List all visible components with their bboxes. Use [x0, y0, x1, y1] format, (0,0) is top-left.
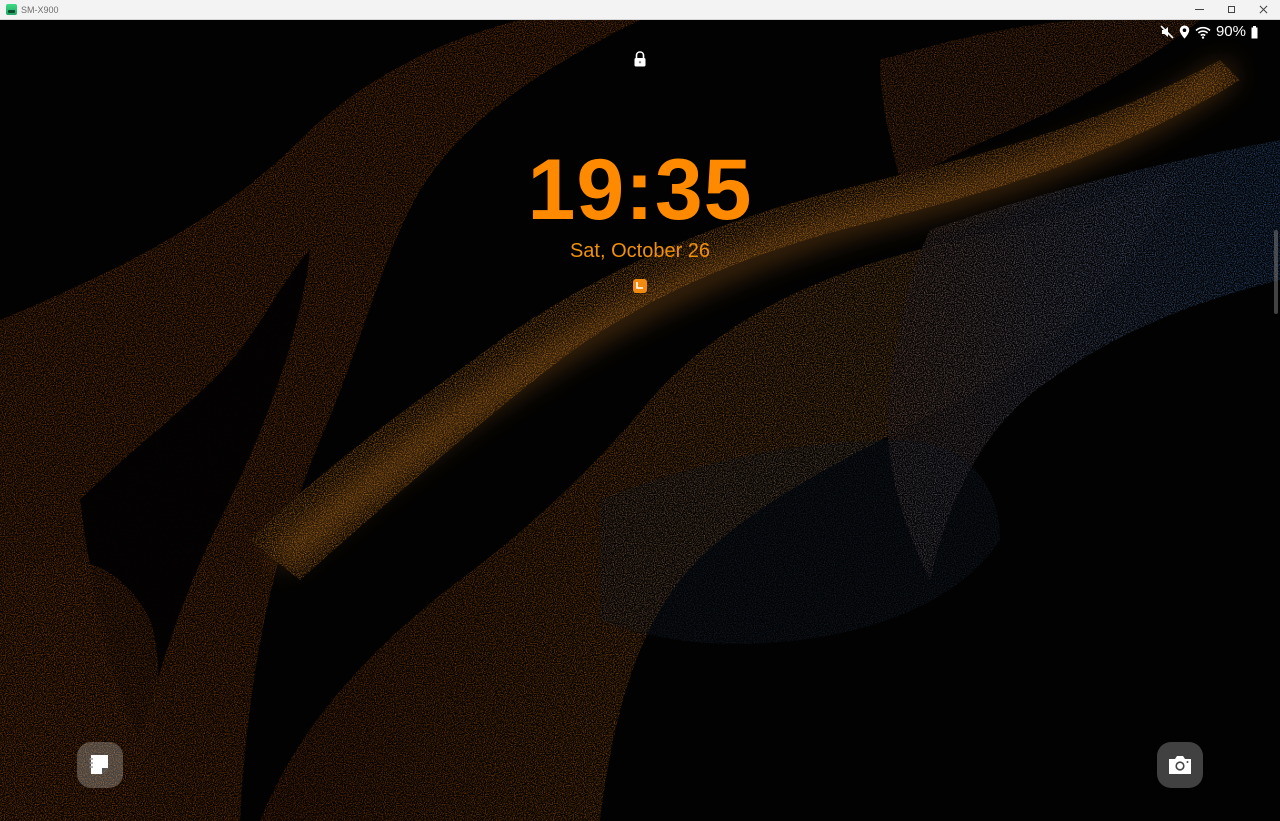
notes-shortcut-button[interactable]: [77, 742, 123, 788]
android-app-icon: [6, 4, 17, 15]
camera-shortcut-button[interactable]: [1157, 742, 1203, 788]
window-title: SM-X900: [21, 5, 59, 15]
status-bar: 90%: [1160, 23, 1258, 41]
close-icon: [1259, 5, 1267, 14]
battery-percent: 90%: [1215, 23, 1246, 40]
lock-icon: [632, 50, 648, 68]
close-button[interactable]: [1247, 0, 1279, 19]
minimize-icon: [1194, 9, 1204, 10]
samsung-notes-icon: [89, 755, 108, 774]
emulator-window: SM-X900 90% 19:35 Sat, October 26: [0, 0, 1280, 821]
camera-icon: [1169, 756, 1191, 774]
mute-icon: [1160, 25, 1174, 39]
title-bar: SM-X900: [0, 0, 1280, 20]
notes-notification-icon[interactable]: [632, 278, 648, 294]
lock-screen-clock: 19:35: [527, 142, 753, 238]
lock-screen-date: Sat, October 26: [569, 240, 711, 262]
maximize-button[interactable]: [1215, 0, 1247, 19]
battery-icon: [1251, 25, 1258, 39]
wifi-icon: [1195, 26, 1211, 39]
location-icon: [1179, 25, 1190, 39]
maximize-icon: [1227, 6, 1235, 13]
lock-screen[interactable]: 90% 19:35 Sat, October 26: [0, 20, 1280, 821]
minimize-button[interactable]: [1183, 0, 1215, 19]
